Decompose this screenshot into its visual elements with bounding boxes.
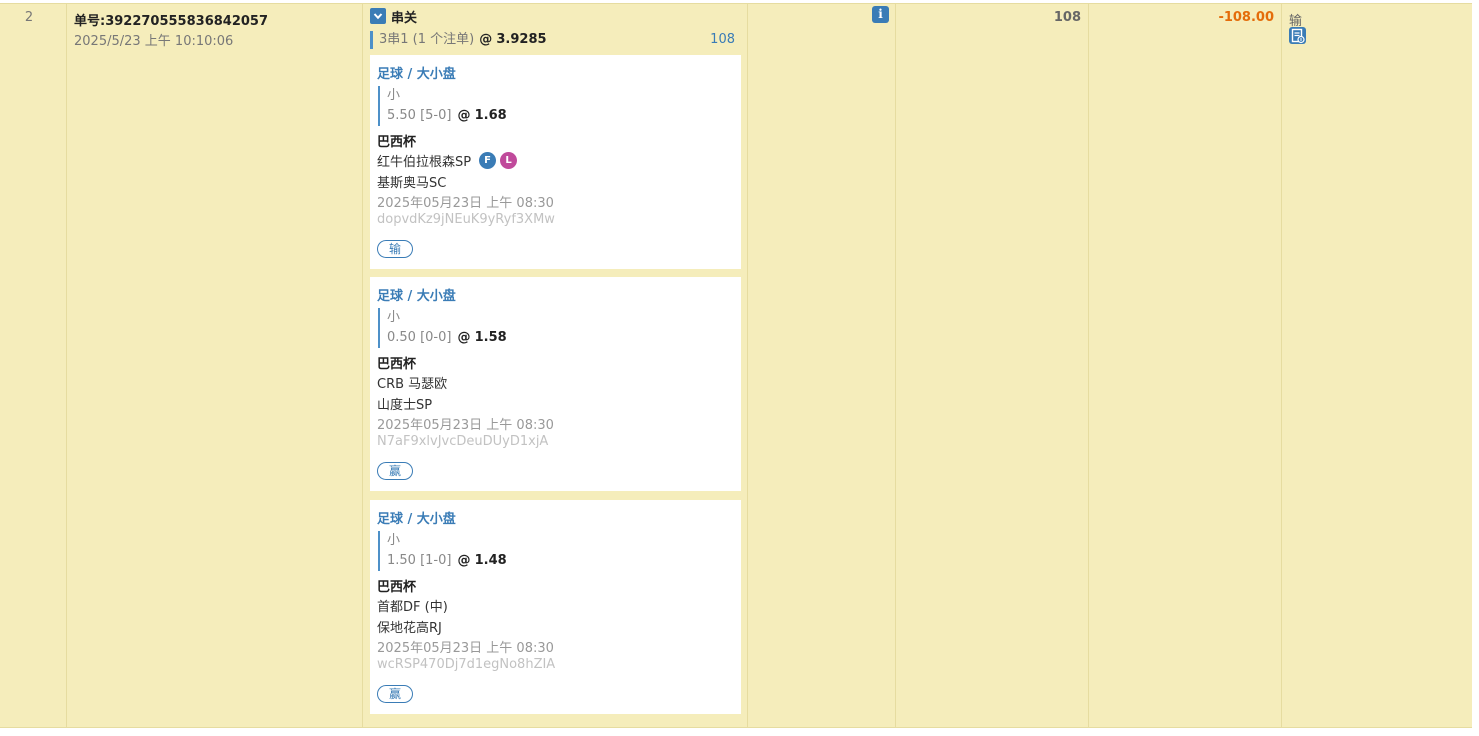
detail-cell: 串关 3串1 (1 个注单) @ 3.9285 108 足球 / 大小盘 小 5.…: [363, 4, 748, 727]
profit-loss-cell: -108.00: [1089, 4, 1282, 727]
leg-at: @: [457, 330, 471, 345]
leg-sport: 足球 / 大小盘: [377, 512, 456, 527]
parlay-odds: 3.9285: [496, 32, 547, 47]
leg-match-time: 2025年05月23日 上午 08:30: [377, 418, 554, 433]
leg-away-team: 保地花高RJ: [377, 621, 442, 636]
leg-line: 0.50 [0-0]: [387, 330, 452, 345]
leg-pick: 小: [387, 533, 401, 548]
leg-league: 巴西杯: [377, 135, 417, 150]
leg-odds: 1.58: [474, 330, 507, 345]
leg-ref: wcRSP470Dj7d1egNo8hZIA: [377, 657, 556, 672]
leg-card: 足球 / 大小盘 小 0.50 [0-0] @ 1.58 巴西杯 CRB 马瑟欧 …: [370, 277, 741, 491]
bet-time: 2025/5/23 上午 10:10:06: [74, 34, 234, 49]
leg-result-badge: 赢: [377, 462, 413, 480]
leg-odds: 1.68: [474, 108, 507, 123]
bet-cell: 单号:392270555836842057 2025/5/23 上午 10:10…: [67, 4, 363, 727]
parlay-label: 串关: [391, 10, 418, 26]
leg-result-badge: 输: [377, 240, 413, 258]
leg-ref: N7aF9xlvJvcDeuDUyD1xjA: [377, 434, 549, 449]
home-team-name: 红牛伯拉根森SP: [377, 155, 472, 170]
home-team-name: 首都DF (中): [377, 600, 448, 615]
favorite-f-icon: F: [479, 152, 497, 169]
leg-league: 巴西杯: [377, 357, 417, 372]
leg-sport: 足球 / 大小盘: [377, 67, 456, 82]
leg-pick: 小: [387, 88, 401, 103]
leg-away-team: 山度士SP: [377, 398, 433, 413]
leg-home-team: 首都DF (中): [377, 596, 448, 615]
leg-match-time: 2025年05月23日 上午 08:30: [377, 196, 554, 211]
bet-number: 单号:392270555836842057: [74, 14, 269, 29]
bet-row: 2 单号:392270555836842057 2025/5/23 上午 10:…: [0, 3, 1472, 728]
leg-ref: dopvdKz9jNEuK9yRyf3XMw: [377, 212, 555, 227]
leg-line: 5.50 [5-0]: [387, 108, 452, 123]
leg-away-team: 基斯奥马SC: [377, 176, 447, 191]
leg-at: @: [457, 108, 471, 123]
parlay-amount: 108: [710, 32, 735, 47]
leg-selection: 小 1.50 [1-0] @ 1.48: [378, 531, 507, 571]
leg-league: 巴西杯: [377, 580, 417, 595]
leg-selection: 小 5.50 [5-0] @ 1.68: [378, 86, 507, 126]
leg-odds: 1.48: [474, 553, 507, 568]
stake-amount: 108: [1053, 10, 1081, 25]
receipt-icon[interactable]: [1289, 27, 1306, 44]
leg-line: 1.50 [1-0]: [387, 553, 452, 568]
parlay-type: 3串1 (1 个注单): [379, 32, 475, 47]
leg-card: 足球 / 大小盘 小 5.50 [5-0] @ 1.68 巴西杯 红牛伯拉根森SP…: [370, 55, 741, 269]
parlay-header[interactable]: 串关: [370, 7, 418, 26]
info-cell: i: [748, 4, 896, 727]
leg-sport: 足球 / 大小盘: [377, 289, 456, 304]
leg-card: 足球 / 大小盘 小 1.50 [1-0] @ 1.48 巴西杯 首都DF (中)…: [370, 500, 741, 714]
stake-cell: 108: [896, 4, 1089, 727]
home-team-name: CRB 马瑟欧: [377, 377, 448, 392]
leg-match-time: 2025年05月23日 上午 08:30: [377, 641, 554, 656]
leg-selection: 小 0.50 [0-0] @ 1.58: [378, 308, 507, 348]
leg-home-team: CRB 马瑟欧: [377, 373, 447, 392]
chevron-down-icon[interactable]: [370, 8, 386, 24]
result-cell: 输: [1282, 4, 1472, 727]
leg-result-badge: 赢: [377, 685, 413, 703]
profit-loss-amount: -108.00: [1218, 10, 1274, 25]
leg-pick: 小: [387, 310, 401, 325]
info-icon[interactable]: i: [872, 6, 889, 23]
parlay-summary: 3串1 (1 个注单) @ 3.9285 108: [370, 31, 741, 49]
leg-home-team: 红牛伯拉根森SP F L: [377, 151, 518, 170]
index-cell: 2: [0, 4, 67, 727]
parlay-at: @: [479, 32, 493, 47]
row-index: 2: [24, 10, 34, 25]
leg-at: @: [457, 553, 471, 568]
live-l-icon: L: [500, 152, 518, 169]
